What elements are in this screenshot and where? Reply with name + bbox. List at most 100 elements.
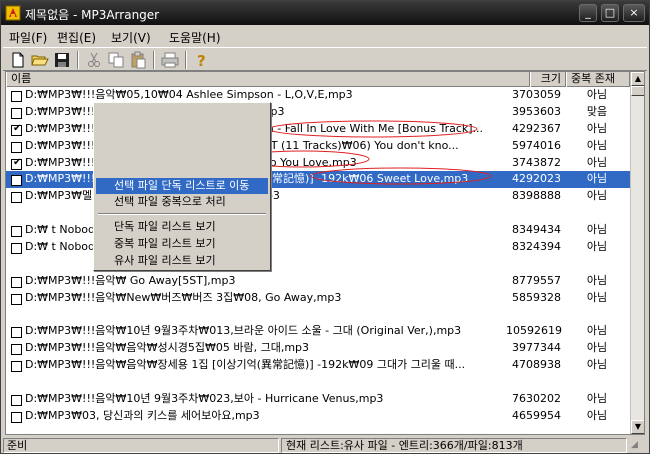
context-mark-as-duplicate[interactable]: 선택 파일 중복으로 처리 [96, 194, 268, 210]
cut-icon[interactable] [85, 51, 103, 69]
row-duplicate-status: 아님 [586, 172, 608, 186]
context-move-to-single-list[interactable]: 선택 파일 단독 리스트로 이동 [96, 178, 268, 194]
row-duplicate-status: 아님 [586, 358, 608, 372]
row-duplicate-status: 아님 [586, 88, 608, 101]
table-row[interactable]: D:₩MP3₩!!!음악₩음악₩성시경5집₩05 바람, 그대,mp3 39773… [6, 340, 630, 357]
menu-help[interactable]: 도움말(H) [169, 29, 221, 46]
row-size: 5974016 [512, 138, 561, 152]
app-icon [5, 5, 21, 21]
table-row[interactable] [6, 425, 630, 434]
table-row[interactable]: D:₩MP3₩!!!음악₩ Go Away[5ST],mp3 8779557 아님 [6, 273, 630, 290]
row-duplicate-status: 아님 [586, 138, 608, 152]
vertical-scrollbar[interactable]: ▲ ▼ [630, 72, 644, 434]
paste-icon[interactable] [129, 51, 147, 69]
status-ready: 준비 [3, 438, 279, 453]
row-size: 7630202 [512, 392, 561, 406]
menu-view[interactable]: 보기(V) [111, 29, 151, 46]
toolbar-separator [185, 51, 187, 69]
row-duplicate-status: 아님 [586, 189, 608, 203]
row-duplicate-status: 아님 [586, 223, 608, 237]
row-checkbox[interactable] [11, 327, 22, 339]
row-duplicate-status: 아님 [586, 155, 608, 169]
check-icon: ✔ [13, 156, 22, 168]
row-size: 4659954 [512, 408, 561, 422]
table-row[interactable] [6, 307, 630, 324]
context-menu: 선택 파일 단독 리스트로 이동 선택 파일 중복으로 처리 단독 파일 리스트… [93, 102, 271, 271]
row-checkbox[interactable] [11, 411, 22, 423]
table-row[interactable] [6, 374, 630, 391]
row-duplicate-status: 맞음 [586, 104, 608, 118]
row-checkbox[interactable] [11, 91, 22, 102]
row-size: 8349434 [512, 223, 561, 237]
row-filename: D:₩MP3₩!!!음악₩ Go Away[5ST],mp3 [25, 273, 236, 287]
row-duplicate-status: 아님 [586, 324, 608, 338]
copy-icon[interactable] [107, 51, 125, 69]
scroll-down-button[interactable]: ▼ [631, 420, 644, 434]
row-size: 3703059 [512, 88, 561, 101]
toolbar-separator [153, 51, 155, 69]
app-window: 제목없음 - MP3Arranger _ □ × 파일(F) 편집(E) 보기(… [0, 0, 650, 454]
row-size: 8398888 [512, 189, 561, 203]
check-icon: ✔ [13, 122, 22, 134]
table-row[interactable]: D:₩MP3₩!!!음악₩음악₩장세용 1집 [이상기억(異常記憶)] -192… [6, 357, 630, 374]
row-filename: D:₩MP3₩!!!음악₩10년 9월3주차₩023,보아 - Hurrican… [25, 392, 384, 406]
print-icon[interactable] [161, 51, 179, 69]
row-duplicate-status: 아님 [586, 392, 608, 406]
save-icon[interactable] [53, 51, 71, 69]
table-row[interactable]: D:₩MP3₩!!!음악₩10년 9월3주차₩023,보아 - Hurrican… [6, 391, 630, 408]
row-filename: D:₩MP3₩!!!음악₩10년 9월3주차₩013,브라운 아이드 소울 - … [25, 324, 462, 338]
row-checkbox[interactable] [11, 226, 22, 238]
context-show-similar-list[interactable]: 유사 파일 리스트 보기 [96, 253, 268, 269]
minimize-button[interactable]: _ [579, 4, 597, 22]
scroll-up-button[interactable]: ▲ [631, 72, 644, 86]
help-icon[interactable]: ? [193, 51, 211, 69]
menu-file[interactable]: 파일(F) [9, 29, 47, 46]
row-checkbox[interactable]: ✔ [11, 122, 22, 136]
row-checkbox[interactable] [11, 276, 22, 288]
toolbar-separator [77, 51, 79, 69]
row-checkbox[interactable] [11, 192, 22, 204]
open-icon[interactable] [31, 51, 49, 69]
row-size: 8324394 [512, 240, 561, 254]
row-size: 5859328 [512, 290, 561, 304]
context-show-single-list[interactable]: 단독 파일 리스트 보기 [96, 219, 268, 235]
window-title: 제목없음 - MP3Arranger [25, 8, 160, 22]
row-duplicate-status: 아님 [586, 240, 608, 254]
row-checkbox[interactable] [11, 395, 22, 407]
row-checkbox[interactable] [11, 293, 22, 305]
scroll-thumb[interactable] [631, 86, 644, 96]
table-row[interactable]: D:₩MP3₩!!!음악₩10년 9월3주차₩013,브라운 아이드 소울 - … [6, 323, 630, 340]
title-bar[interactable]: 제목없음 - MP3Arranger _ □ × [1, 1, 649, 25]
row-filename: D:₩MP3₩03, 당신과의 키스를 세어보아요,mp3 [25, 408, 260, 422]
close-button[interactable]: × [623, 4, 645, 22]
row-size: 4292367 [512, 121, 561, 135]
column-header-name[interactable]: 이름 [6, 72, 530, 87]
new-icon[interactable] [9, 51, 27, 69]
row-checkbox[interactable] [11, 361, 22, 373]
row-duplicate-status: 아님 [586, 408, 608, 422]
row-size: 3977344 [512, 341, 561, 355]
status-current-list: 현재 리스트:유사 파일 - 엔트리:366개/파일:813개 [281, 438, 627, 453]
row-checkbox[interactable] [11, 344, 22, 356]
row-duplicate-status: 아님 [586, 290, 608, 304]
row-checkbox[interactable]: ✔ [11, 156, 22, 170]
menu-edit[interactable]: 편집(E) [57, 29, 96, 46]
maximize-button[interactable]: □ [601, 4, 619, 22]
svg-text:?: ? [197, 52, 206, 69]
table-row[interactable]: D:₩MP3₩!!!음악₩New₩버즈₩버즈 3집₩08, Go Away,mp… [6, 290, 630, 307]
row-filename: D:₩MP3₩!!!음악₩음악₩장세용 1집 [이상기억(異常記憶)] -192… [25, 358, 466, 372]
resize-grip-icon[interactable]: ◢ [631, 440, 645, 452]
context-show-duplicate-list[interactable]: 중복 파일 리스트 보기 [96, 236, 268, 252]
column-header-size[interactable]: 크기 [530, 72, 566, 87]
row-checkbox[interactable] [11, 175, 22, 187]
menu-bar: 파일(F) 편집(E) 보기(V) 도움말(H) [1, 27, 649, 45]
row-duplicate-status: 아님 [586, 273, 608, 287]
table-row[interactable]: D:₩MP3₩03, 당신과의 키스를 세어보아요,mp3 4659954 아님 [6, 408, 630, 425]
row-checkbox[interactable] [11, 141, 22, 153]
column-header-duplicate[interactable]: 중복 존재 [566, 72, 630, 87]
list-header: 이름 크기 중복 존재 [6, 72, 630, 87]
row-size: 8779557 [512, 273, 561, 287]
status-bar: 준비 현재 리스트:유사 파일 - 엔트리:366개/파일:813개 ◢ [1, 437, 649, 453]
row-checkbox[interactable] [11, 243, 22, 255]
row-checkbox[interactable] [11, 107, 22, 119]
